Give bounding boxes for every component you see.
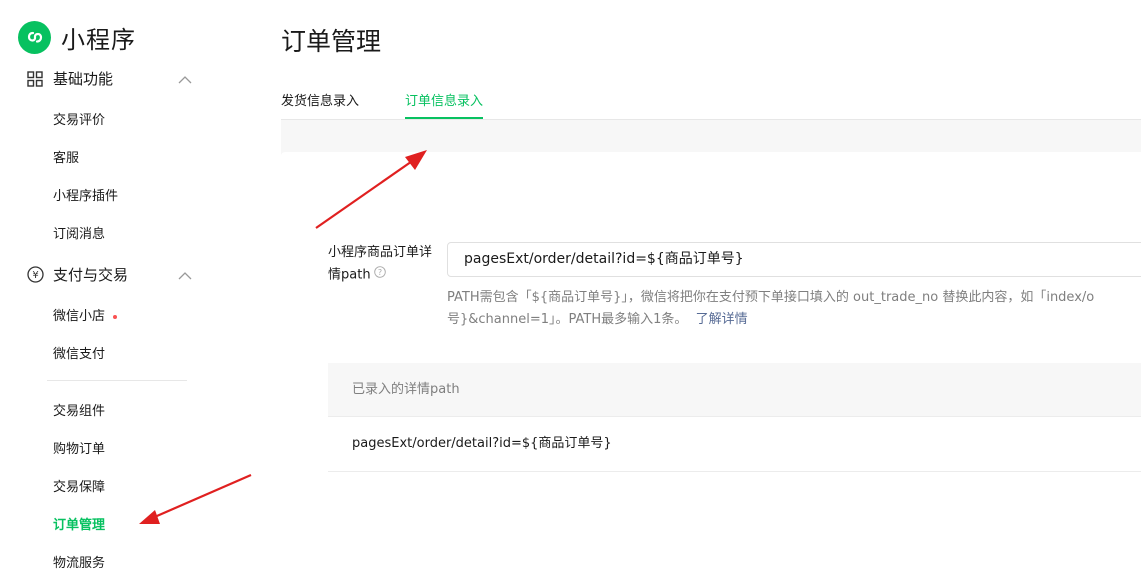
sidebar-item-label: 微信小店	[53, 309, 106, 324]
entered-paths-table: 已录入的详情path pagesExt/order/detail?id=${商品…	[328, 363, 1141, 472]
sidebar-item-wechat-pay[interactable]: 微信支付	[53, 343, 105, 362]
section-payment-label: 支付与交易	[53, 266, 129, 284]
table-header: 已录入的详情path	[328, 363, 1141, 417]
sidebar-item-wechat-store[interactable]: 微信小店	[53, 305, 118, 324]
section-basic[interactable]: 基础功能	[26, 68, 192, 89]
path-field-label: 小程序商品订单详情path ?	[328, 242, 438, 287]
sidebar: 小程序 基础功能 交易评价 客服 小程序插件 订阅消息 ¥ 支付与交易 微信小店…	[0, 0, 212, 579]
sidebar-item-shopping-orders[interactable]: 购物订单	[53, 438, 105, 457]
path-hint-text: PATH需包含「${商品订单号}」，微信将把你在支付预下单接口填入的 out_t…	[447, 290, 1095, 327]
table-row: pagesExt/order/detail?id=${商品订单号}	[328, 417, 1141, 472]
miniprogram-logo-icon	[18, 21, 51, 54]
sidebar-item-order-management[interactable]: 订单管理	[53, 514, 105, 533]
sidebar-item-plugins[interactable]: 小程序插件	[53, 185, 118, 204]
section-payment[interactable]: ¥ 支付与交易	[26, 264, 192, 285]
detail-path-input[interactable]: pagesExt/order/detail?id=${商品订单号}	[447, 242, 1141, 277]
sidebar-item-trade-component[interactable]: 交易组件	[53, 400, 105, 419]
learn-more-link[interactable]: 了解详情	[696, 312, 748, 327]
help-icon[interactable]: ?	[373, 264, 386, 286]
app-name: 小程序	[61, 26, 136, 54]
yen-circle-icon: ¥	[26, 266, 44, 284]
path-hint: PATH需包含「${商品订单号}」，微信将把你在支付预下单接口填入的 out_t…	[447, 287, 1141, 331]
notification-dot	[113, 314, 118, 319]
sidebar-item-trade-guarantee[interactable]: 交易保障	[53, 476, 105, 495]
brand[interactable]: 小程序	[18, 20, 136, 55]
sidebar-item-customer-service[interactable]: 客服	[53, 147, 79, 166]
chevron-up-icon[interactable]	[178, 70, 192, 89]
svg-text:¥: ¥	[32, 270, 38, 281]
sidebar-item-subscriptions[interactable]: 订阅消息	[53, 223, 105, 242]
tab-order-info[interactable]: 订单信息录入	[405, 90, 484, 119]
sidebar-item-reviews[interactable]: 交易评价	[53, 109, 105, 128]
main-content: 订单管理 发货信息录入 订单信息录入 小程序商品订单详情path ? pages…	[212, 0, 1141, 579]
tab-bar: 发货信息录入 订单信息录入	[281, 0, 1141, 120]
sidebar-item-logistics[interactable]: 物流服务	[53, 552, 105, 571]
tab-shipping-info[interactable]: 发货信息录入	[281, 90, 359, 117]
svg-text:?: ?	[377, 268, 381, 277]
section-basic-label: 基础功能	[53, 70, 114, 88]
chevron-up-icon[interactable]	[178, 266, 192, 285]
order-info-card: 小程序商品订单详情path ? pagesExt/order/detail?id…	[281, 152, 1141, 579]
grid-icon	[26, 70, 44, 88]
sidebar-divider	[47, 380, 187, 381]
